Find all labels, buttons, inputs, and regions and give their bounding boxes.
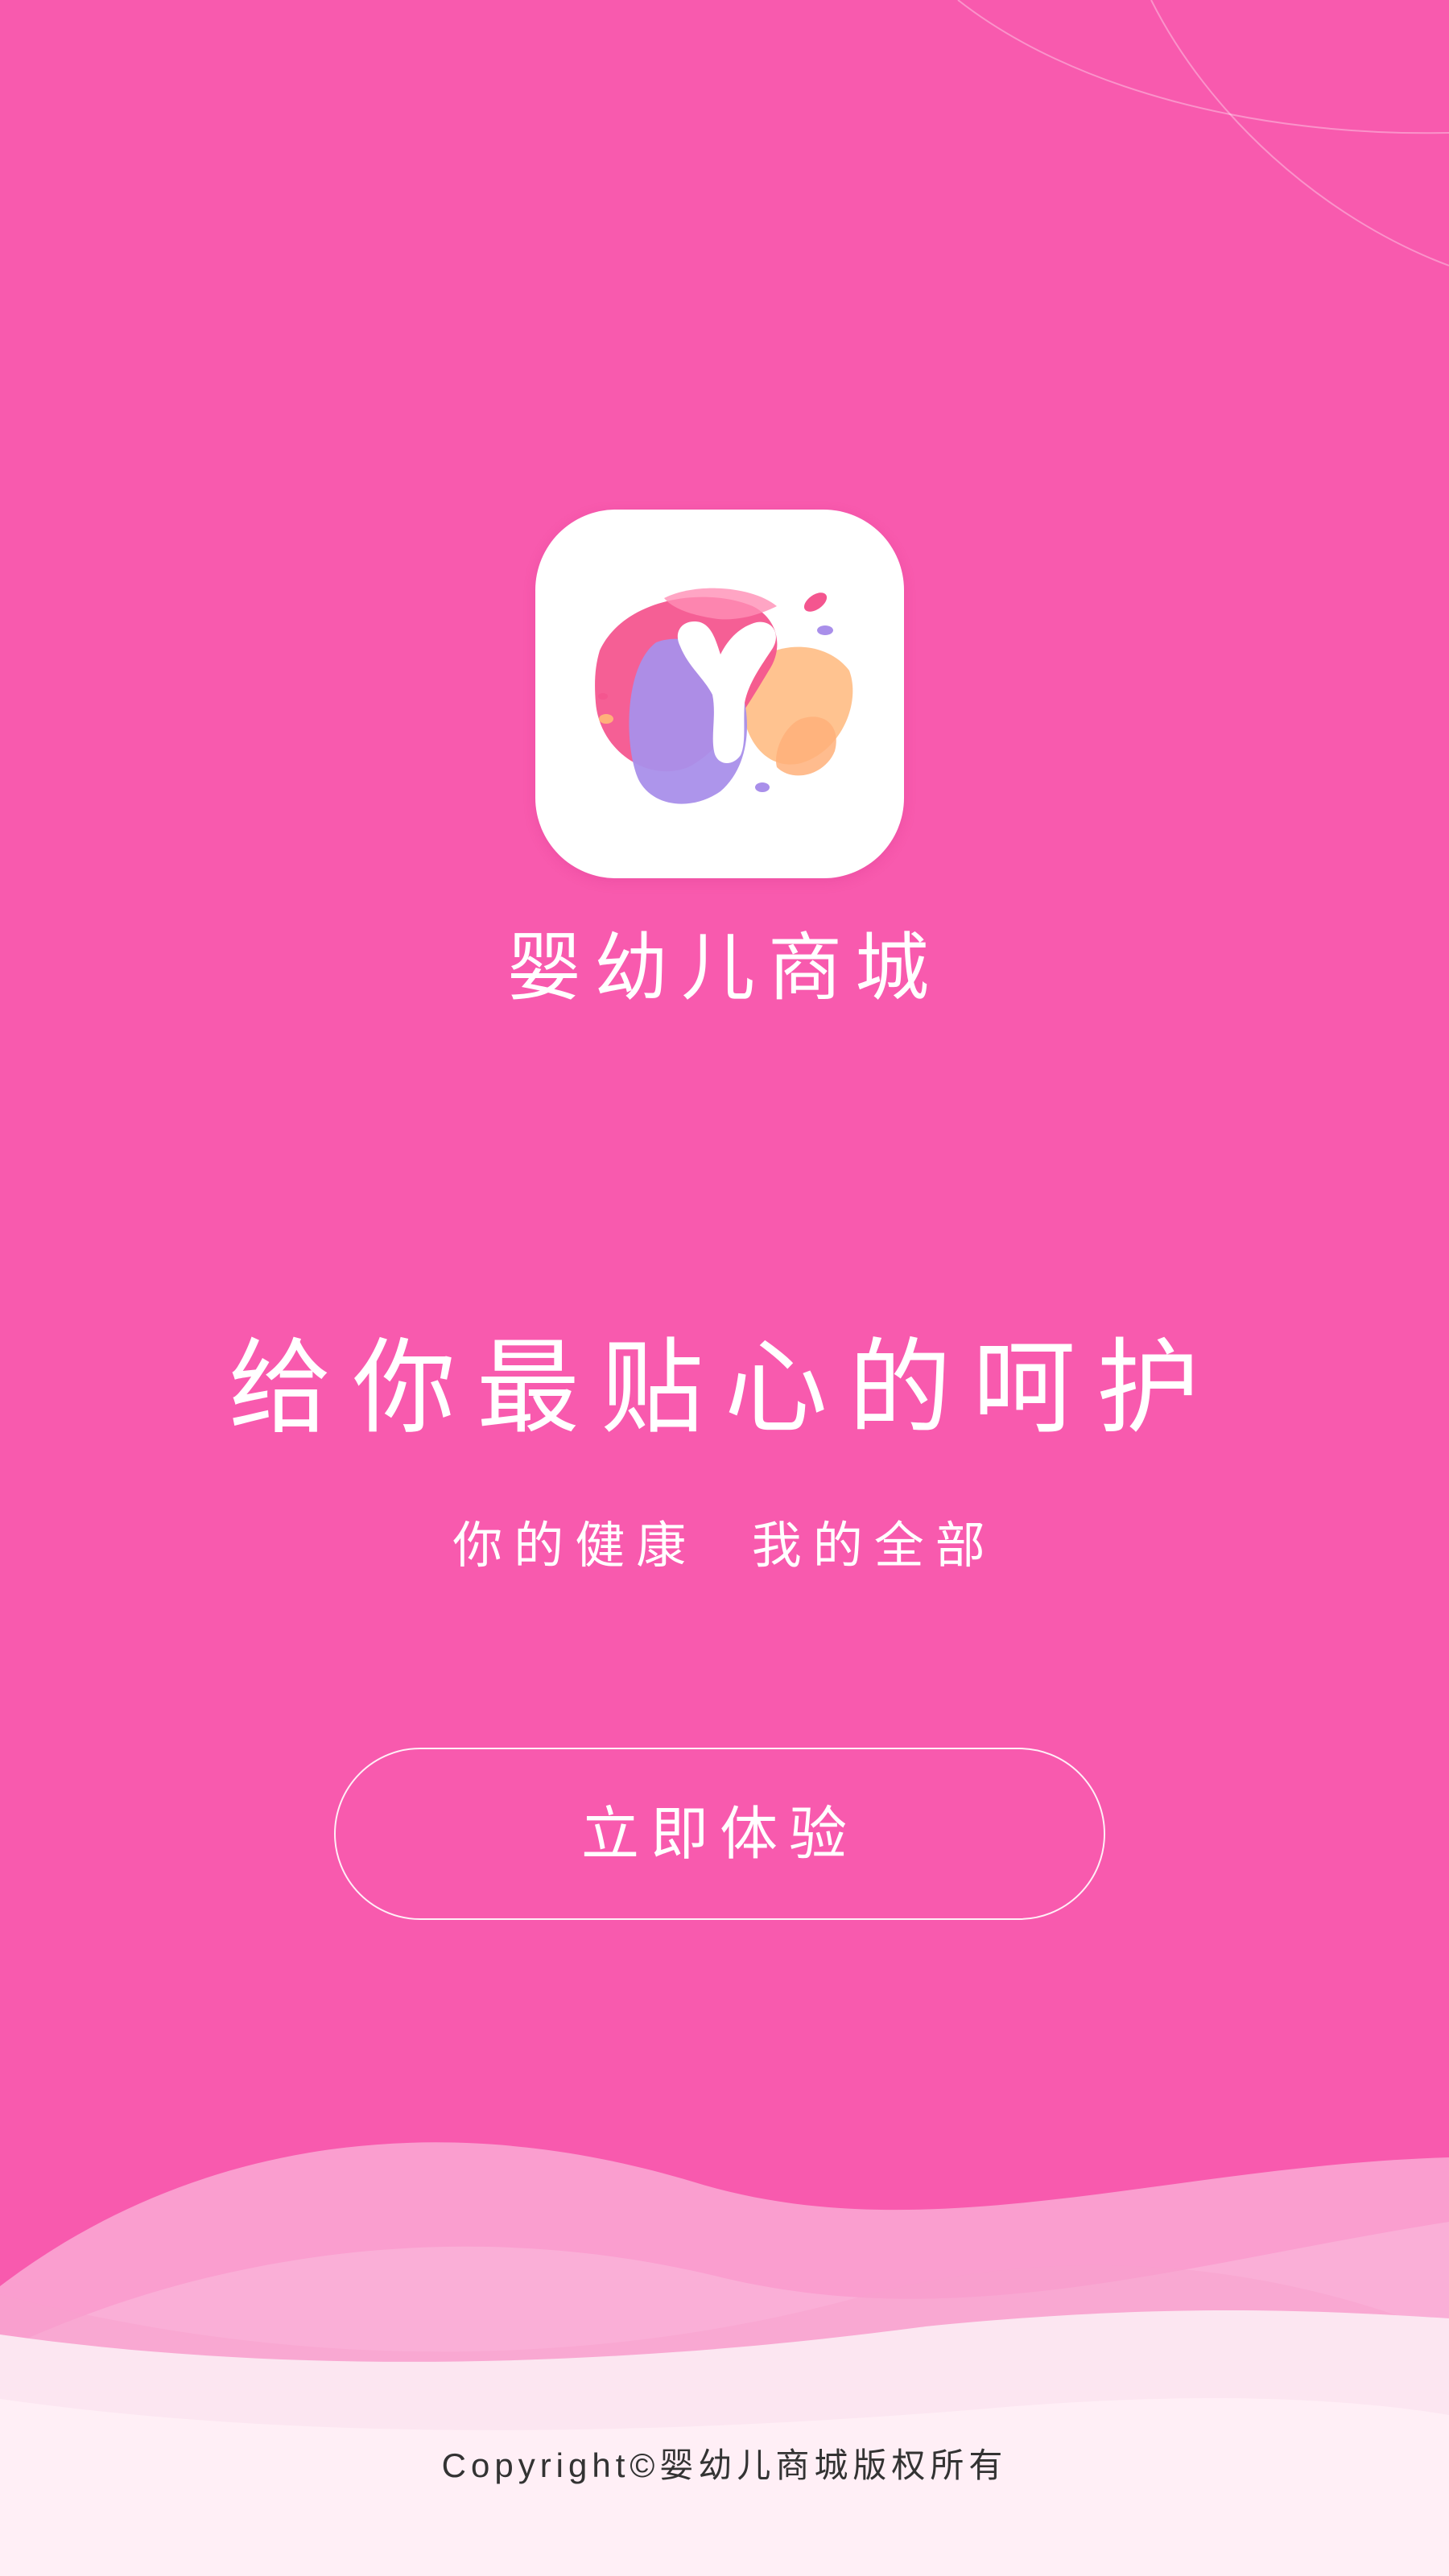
decorative-arc-lines — [957, 0, 1449, 266]
app-logo — [535, 510, 904, 878]
decorative-waves — [0, 2142, 1449, 2576]
headline: 给你最贴心的呵护 — [228, 1328, 1220, 1448]
try-now-button[interactable]: 立即体验 — [334, 1748, 1105, 1920]
app-logo-y-icon — [595, 588, 853, 804]
copyright-text: Copyright©婴幼儿商城版权所有 — [441, 2446, 1008, 2484]
app-name: 婴幼儿商城 — [506, 925, 942, 1011]
subheadline: 你的健康 我的全部 — [452, 1516, 997, 1575]
splash-screen: 婴幼儿商城 给你最贴心的呵护 你的健康 我的全部 立即体验 Copyright©… — [0, 0, 1449, 2576]
